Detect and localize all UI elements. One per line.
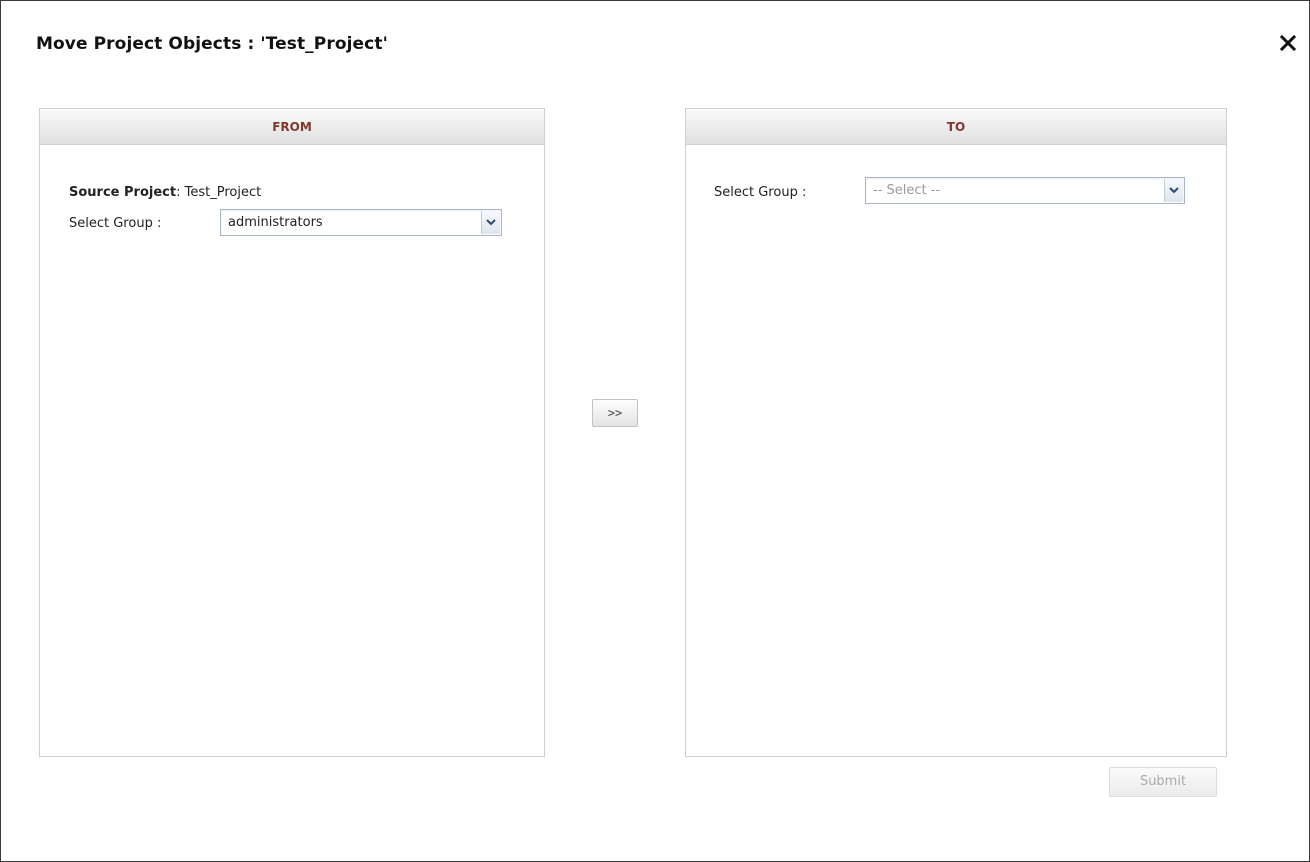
to-select-group-label: Select Group : xyxy=(714,185,807,200)
source-project-row: Source Project: Test_Project xyxy=(69,185,261,200)
to-group-select-placeholder: -- Select -- xyxy=(873,183,941,198)
to-group-select[interactable]: -- Select -- xyxy=(865,177,1185,204)
from-group-select[interactable]: administrators xyxy=(220,209,502,236)
source-project-separator: : xyxy=(176,185,181,200)
source-project-label: Source Project xyxy=(69,185,177,200)
to-panel-header: TO xyxy=(686,109,1226,145)
move-project-objects-dialog: Move Project Objects : 'Test_Project' FR… xyxy=(0,0,1310,862)
from-group-select-value: administrators xyxy=(228,215,323,230)
chevron-down-icon[interactable] xyxy=(1164,179,1183,202)
from-select-group-label: Select Group : xyxy=(69,216,162,231)
submit-button[interactable]: Submit xyxy=(1109,767,1217,797)
close-icon[interactable] xyxy=(1279,34,1297,52)
from-panel-header: FROM xyxy=(40,109,544,145)
source-project-value: Test_Project xyxy=(184,185,262,200)
to-panel: TO Select Group : -- Select -- xyxy=(685,108,1227,757)
dialog-title: Move Project Objects : 'Test_Project' xyxy=(36,34,388,54)
move-right-button[interactable]: >> xyxy=(592,399,638,427)
from-panel: FROM Source Project: Test_Project Select… xyxy=(39,108,545,757)
chevron-down-icon[interactable] xyxy=(481,211,500,234)
